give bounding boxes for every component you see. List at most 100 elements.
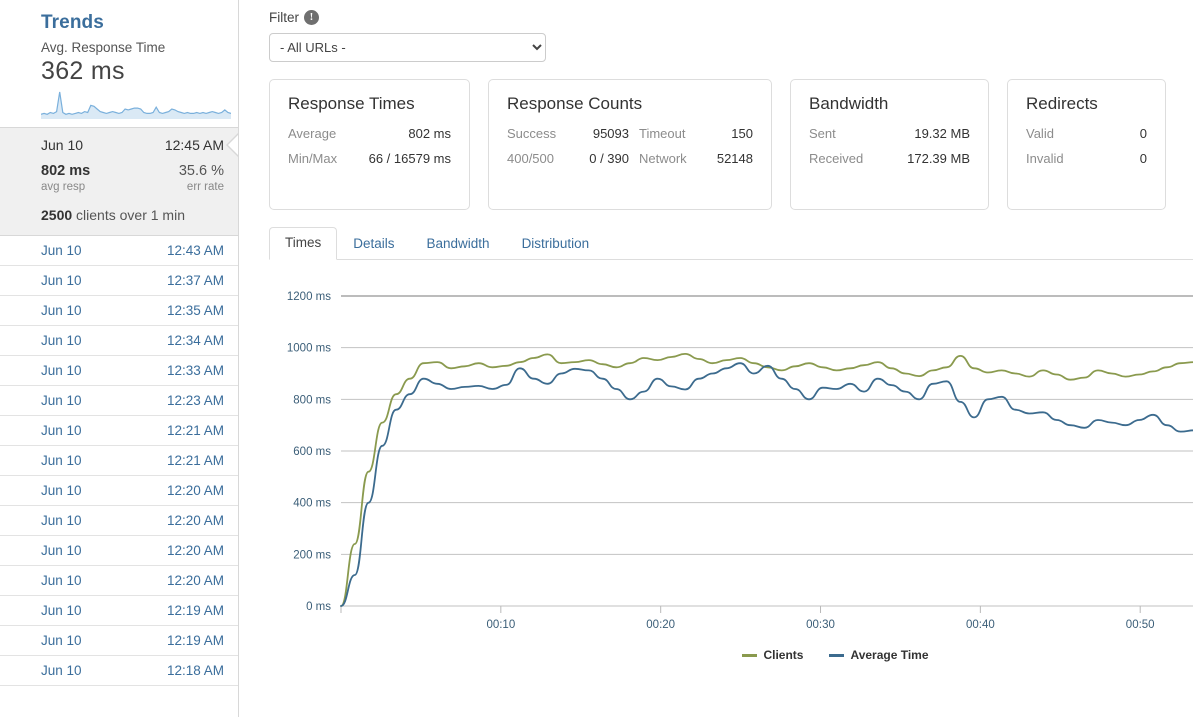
test-history-item[interactable]: Jun 10 12:37 AM (0, 266, 238, 296)
svg-text:00:50: 00:50 (1126, 619, 1155, 631)
card-stat-row: Average 802 ms (288, 126, 451, 141)
selected-err-rate-label: err rate (186, 181, 224, 193)
svg-text:800 ms: 800 ms (293, 394, 331, 406)
history-date: Jun 10 (41, 243, 82, 258)
history-time: 12:20 AM (166, 573, 224, 588)
history-time: 12:35 AM (166, 303, 224, 318)
svg-text:1000 ms: 1000 ms (287, 343, 331, 355)
history-time: 12:20 AM (166, 543, 224, 558)
card-title: Response Times (288, 94, 415, 113)
selected-clients-count: 2500 (41, 207, 73, 223)
test-history-item[interactable]: Jun 10 12:21 AM (0, 416, 238, 446)
sparkline-chart (41, 91, 231, 119)
card-stat-value: 66 / 16579 ms (368, 151, 451, 166)
test-history-item[interactable]: Jun 10 12:20 AM (0, 476, 238, 506)
legend-item: Average Time (829, 648, 929, 662)
card-stat-label: Success (507, 126, 557, 141)
card-stat-value: 0 (1139, 151, 1147, 166)
card-stat-row: Sent 19.32 MB (809, 126, 970, 141)
selected-avg-resp-label: avg resp (41, 181, 86, 193)
history-date: Jun 10 (41, 333, 82, 348)
test-history-item[interactable]: Jun 10 12:18 AM (0, 656, 238, 686)
card-stat-value: 802 ms (408, 126, 451, 141)
card-stat-value: 150 (731, 126, 753, 141)
card-stat-label: 400/500 (507, 151, 554, 166)
card-stat-label: Average (288, 126, 337, 141)
svg-text:0 ms: 0 ms (306, 601, 331, 613)
history-date: Jun 10 (41, 513, 82, 528)
sidebar: Trends Avg. Response Time 362 ms Jun 10 … (0, 0, 239, 717)
tab-bandwidth[interactable]: Bandwidth (411, 228, 506, 260)
legend-swatch (829, 653, 845, 657)
selected-err-rate-value: 35.6 % (178, 163, 224, 179)
history-time: 12:19 AM (166, 633, 224, 648)
filter-label: Filter (269, 10, 299, 25)
card-stat-label: Min/Max (288, 151, 338, 166)
history-date: Jun 10 (41, 663, 82, 678)
test-history-item[interactable]: Jun 10 12:19 AM (0, 596, 238, 626)
history-time: 12:18 AM (166, 663, 224, 678)
card-stat-label: Timeout (639, 126, 686, 141)
history-date: Jun 10 (41, 273, 82, 288)
summary-cards: Response Times Average 802 ms Min/Max 66 / 1… (239, 62, 1193, 210)
history-date: Jun 10 (41, 483, 82, 498)
trends-summary: Trends Avg. Response Time 362 ms (0, 0, 238, 127)
chart-legend: Clients Average Time (269, 648, 1193, 662)
selected-err-rate: 35.6 % err rate (179, 163, 224, 193)
test-history-item[interactable]: Jun 10 12:19 AM (0, 626, 238, 656)
toolbar: Filter ! - All URLs - Share this test (239, 0, 1193, 62)
filter-block: Filter ! - All URLs - (269, 10, 1193, 62)
svg-text:00:40: 00:40 (966, 619, 995, 631)
test-history-item[interactable]: Jun 10 12:20 AM (0, 566, 238, 596)
history-time: 12:23 AM (166, 393, 224, 408)
selected-clients-text: clients over 1 min (76, 207, 185, 223)
summary-card: Response Times Average 802 ms Min/Max 66 / 1… (269, 79, 470, 210)
selected-test-item[interactable]: Jun 10 12:45 AM 802 ms avg resp 35.6 % e… (0, 127, 238, 236)
test-history-item[interactable]: Jun 10 12:21 AM (0, 446, 238, 476)
history-date: Jun 10 (41, 363, 82, 378)
legend-label: Average Time (850, 648, 929, 662)
svg-text:00:20: 00:20 (646, 619, 675, 631)
test-history-item[interactable]: Jun 10 12:43 AM (0, 236, 238, 266)
card-stat-label: Valid (1026, 126, 1054, 141)
test-history-item[interactable]: Jun 10 12:20 AM (0, 506, 238, 536)
legend-swatch (742, 653, 758, 657)
svg-text:00:30: 00:30 (806, 619, 835, 631)
tab-distribution[interactable]: Distribution (506, 228, 606, 260)
test-history-item[interactable]: Jun 10 12:20 AM (0, 536, 238, 566)
main-content: Filter ! - All URLs - Share this test Re… (239, 0, 1193, 717)
history-date: Jun 10 (41, 393, 82, 408)
card-stat-row: Received 172.39 MB (809, 151, 970, 166)
selected-time: 12:45 AM (164, 137, 224, 153)
history-date: Jun 10 (41, 543, 82, 558)
card-stat-label: Received (809, 151, 864, 166)
history-date: Jun 10 (41, 303, 82, 318)
legend-item: Clients (742, 648, 803, 662)
test-history-item[interactable]: Jun 10 12:34 AM (0, 326, 238, 356)
info-icon[interactable]: ! (304, 10, 319, 25)
test-history-item[interactable]: Jun 10 12:33 AM (0, 356, 238, 386)
svg-text:600 ms: 600 ms (293, 446, 331, 458)
svg-text:1200 ms: 1200 ms (287, 291, 331, 303)
tab-details[interactable]: Details (337, 228, 410, 260)
tab-times[interactable]: Times (269, 227, 338, 260)
card-stat-label: Sent (809, 126, 836, 141)
test-history-item[interactable]: Jun 10 12:35 AM (0, 296, 238, 326)
trends-page: Trends Avg. Response Time 362 ms Jun 10 … (0, 0, 1193, 717)
summary-card: Bandwidth Sent 19.32 MB Received 172.39 MB (790, 79, 989, 210)
history-date: Jun 10 (41, 453, 82, 468)
card-stat-row: Success 95093 Timeout 150 (507, 126, 753, 141)
url-filter-select[interactable]: - All URLs - (269, 33, 546, 62)
metric-label: Avg. Response Time (41, 40, 166, 55)
history-time: 12:33 AM (166, 363, 224, 378)
test-history-item[interactable]: Jun 10 12:23 AM (0, 386, 238, 416)
history-time: 12:43 AM (166, 243, 224, 258)
history-time: 12:19 AM (166, 603, 224, 618)
history-date: Jun 10 (41, 423, 82, 438)
test-history-list: Jun 10 12:43 AM Jun 10 12:37 AM Jun 10 12:35 … (0, 236, 238, 686)
selected-date: Jun 10 (41, 137, 84, 153)
times-chart-svg: 0 ms 200 ms 400 ms 600 ms 800 ms 1000 ms 1200 … (287, 291, 1193, 631)
summary-card: Redirects Valid 0 Invalid 0 (1007, 79, 1166, 210)
card-title: Redirects (1026, 94, 1098, 113)
history-time: 12:34 AM (166, 333, 224, 348)
